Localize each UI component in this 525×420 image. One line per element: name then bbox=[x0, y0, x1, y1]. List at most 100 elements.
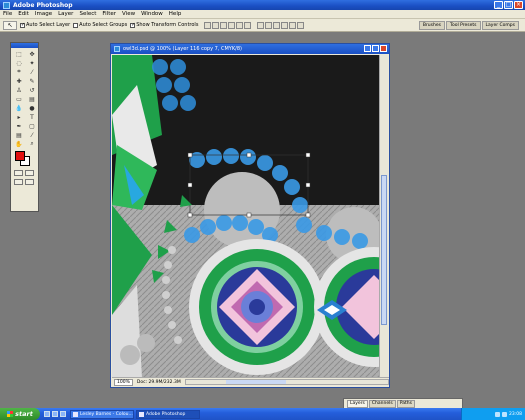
align-vcenter-icon[interactable] bbox=[212, 21, 220, 29]
document-title-bar[interactable]: owl3d.psd @ 100% (Layer 116 copy 7, CMYK… bbox=[111, 44, 389, 54]
taskbar-item-browser[interactable]: Lesley Barnes - Colou... bbox=[70, 409, 134, 419]
distribute-left-icon[interactable] bbox=[281, 21, 289, 29]
crop-tool-icon[interactable]: ⌗ bbox=[13, 68, 25, 76]
menu-edit[interactable]: Edit bbox=[18, 11, 29, 17]
menu-file[interactable]: File bbox=[3, 11, 12, 17]
doc-minimize-button[interactable] bbox=[364, 45, 371, 52]
brush-tool-icon[interactable]: ✎ bbox=[26, 77, 38, 85]
magic-wand-tool-icon[interactable]: ✦ bbox=[26, 59, 38, 67]
standard-mode-icon[interactable] bbox=[14, 170, 23, 176]
zoom-tool-icon[interactable]: ⌕ bbox=[26, 140, 38, 148]
pen-tool-icon[interactable]: ✒ bbox=[13, 122, 25, 130]
dodge-tool-icon[interactable]: ● bbox=[26, 104, 38, 112]
layer-comps-tab[interactable]: Layer Comps bbox=[481, 21, 519, 30]
brushes-tab[interactable]: Brushes bbox=[418, 21, 445, 30]
menu-window[interactable]: Window bbox=[141, 11, 163, 17]
show-transform-controls-option[interactable]: Show Transform Controls bbox=[130, 22, 198, 28]
app-title-bar[interactable]: Adobe Photoshop _ □ × bbox=[0, 0, 525, 10]
doc-maximize-button[interactable] bbox=[372, 45, 379, 52]
distribute-buttons bbox=[257, 21, 305, 29]
media-player-icon[interactable] bbox=[60, 411, 66, 417]
hand-tool-icon[interactable]: ✋ bbox=[13, 140, 25, 148]
align-top-icon[interactable] bbox=[204, 21, 212, 29]
align-bottom-icon[interactable] bbox=[220, 21, 228, 29]
align-left-icon[interactable] bbox=[228, 21, 236, 29]
menu-select[interactable]: Select bbox=[79, 11, 96, 17]
document-title: owl3d.psd @ 100% (Layer 116 copy 7, CMYK… bbox=[123, 46, 242, 52]
document-info[interactable]: Doc: 29.9M/232.3M bbox=[137, 380, 181, 385]
image-canvas[interactable] bbox=[112, 55, 380, 378]
healing-brush-tool-icon[interactable]: ✚ bbox=[13, 77, 25, 85]
app-title: Adobe Photoshop bbox=[13, 1, 73, 9]
menu-layer[interactable]: Layer bbox=[58, 11, 73, 17]
eyedropper-tool-icon[interactable]: ⁄ bbox=[26, 131, 38, 139]
start-button[interactable]: start bbox=[0, 408, 40, 420]
vertical-scrollbar[interactable] bbox=[379, 55, 388, 378]
move-tool-preset-picker[interactable]: ↖ bbox=[3, 20, 17, 30]
auto-select-groups-option[interactable]: Auto Select Groups bbox=[73, 22, 127, 28]
auto-select-layer-label: Auto Select Layer bbox=[26, 22, 71, 28]
screen-mode-buttons bbox=[11, 179, 38, 185]
type-tool-icon[interactable]: T bbox=[26, 113, 38, 121]
close-button[interactable]: × bbox=[514, 1, 523, 9]
browser-icon[interactable] bbox=[52, 411, 58, 417]
menu-filter[interactable]: Filter bbox=[102, 11, 116, 17]
taskbar-item-photoshop-label: Adobe Photoshop bbox=[146, 411, 186, 417]
clone-stamp-tool-icon[interactable]: ♙ bbox=[13, 86, 25, 94]
document-status-bar: 100% Doc: 29.9M/232.3M bbox=[112, 377, 389, 386]
psd-file-icon bbox=[114, 46, 120, 52]
move-tool-icon[interactable]: ✥ bbox=[26, 50, 38, 58]
taskbar-item-browser-label: Lesley Barnes - Colou... bbox=[80, 411, 133, 417]
jump-to-imageready-icon[interactable] bbox=[25, 179, 34, 185]
photoshop-icon bbox=[3, 1, 10, 9]
align-right-icon[interactable] bbox=[244, 21, 252, 29]
quick-mask-mode-icon[interactable] bbox=[25, 170, 34, 176]
path-selection-tool-icon[interactable]: ▸ bbox=[13, 113, 25, 121]
horizontal-scroll-thumb[interactable] bbox=[225, 380, 286, 384]
channels-tab[interactable]: Channels bbox=[368, 400, 396, 408]
show-desktop-icon[interactable] bbox=[44, 411, 50, 417]
clock[interactable]: 23:08 bbox=[509, 412, 522, 417]
align-hcenter-icon[interactable] bbox=[236, 21, 244, 29]
horizontal-scrollbar[interactable] bbox=[184, 379, 389, 385]
history-brush-tool-icon[interactable]: ↺ bbox=[26, 86, 38, 94]
doc-close-button[interactable] bbox=[380, 45, 387, 52]
eraser-tool-icon[interactable]: ▭ bbox=[13, 95, 25, 103]
show-transform-controls-label: Show Transform Controls bbox=[136, 22, 199, 28]
menu-image[interactable]: Image bbox=[35, 11, 52, 17]
vertical-scroll-thumb[interactable] bbox=[381, 175, 387, 325]
maximize-button[interactable]: □ bbox=[504, 1, 513, 9]
minimize-button[interactable]: _ bbox=[494, 1, 503, 9]
screen-mode-icon[interactable] bbox=[14, 179, 23, 185]
volume-icon[interactable] bbox=[502, 411, 508, 417]
gradient-tool-icon[interactable]: ▤ bbox=[26, 95, 38, 103]
taskbar-item-photoshop[interactable]: Adobe Photoshop bbox=[136, 409, 200, 419]
slice-tool-icon[interactable]: ⁄ bbox=[26, 68, 38, 76]
foreground-color-swatch[interactable] bbox=[15, 151, 25, 161]
align-buttons bbox=[204, 21, 252, 29]
network-icon[interactable] bbox=[495, 411, 501, 417]
distribute-right-icon[interactable] bbox=[297, 21, 305, 29]
menu-bar: File Edit Image Layer Select Filter View… bbox=[0, 10, 525, 19]
paths-tab[interactable]: Paths bbox=[396, 400, 415, 408]
distribute-hcenter-icon[interactable] bbox=[289, 21, 297, 29]
show-transform-controls-checkbox[interactable] bbox=[130, 22, 135, 28]
marquee-tool-icon[interactable]: ⬚ bbox=[13, 50, 25, 58]
auto-select-layer-checkbox[interactable] bbox=[20, 22, 25, 28]
tool-presets-tab[interactable]: Tool Presets bbox=[445, 21, 481, 30]
start-label: start bbox=[15, 410, 33, 418]
auto-select-groups-checkbox[interactable] bbox=[73, 22, 79, 28]
distribute-top-icon[interactable] bbox=[257, 21, 265, 29]
auto-select-layer-option[interactable]: Auto Select Layer bbox=[20, 22, 70, 28]
zoom-level-field[interactable]: 100% bbox=[114, 378, 133, 386]
notes-tool-icon[interactable]: ▤ bbox=[13, 131, 25, 139]
menu-help[interactable]: Help bbox=[169, 11, 182, 17]
menu-view[interactable]: View bbox=[122, 11, 135, 17]
layers-tab[interactable]: Layers bbox=[347, 400, 368, 408]
lasso-tool-icon[interactable]: ◌ bbox=[13, 59, 25, 67]
tool-grid: ⬚ ✥ ◌ ✦ ⌗ ⁄ ✚ ✎ ♙ ↺ ▭ ▤ 💧 ● ▸ T ✒ ▢ ▤ ⁄ … bbox=[11, 48, 38, 148]
distribute-bottom-icon[interactable] bbox=[273, 21, 281, 29]
shape-tool-icon[interactable]: ▢ bbox=[26, 122, 38, 130]
distribute-vcenter-icon[interactable] bbox=[265, 21, 273, 29]
blur-tool-icon[interactable]: 💧 bbox=[13, 104, 25, 112]
